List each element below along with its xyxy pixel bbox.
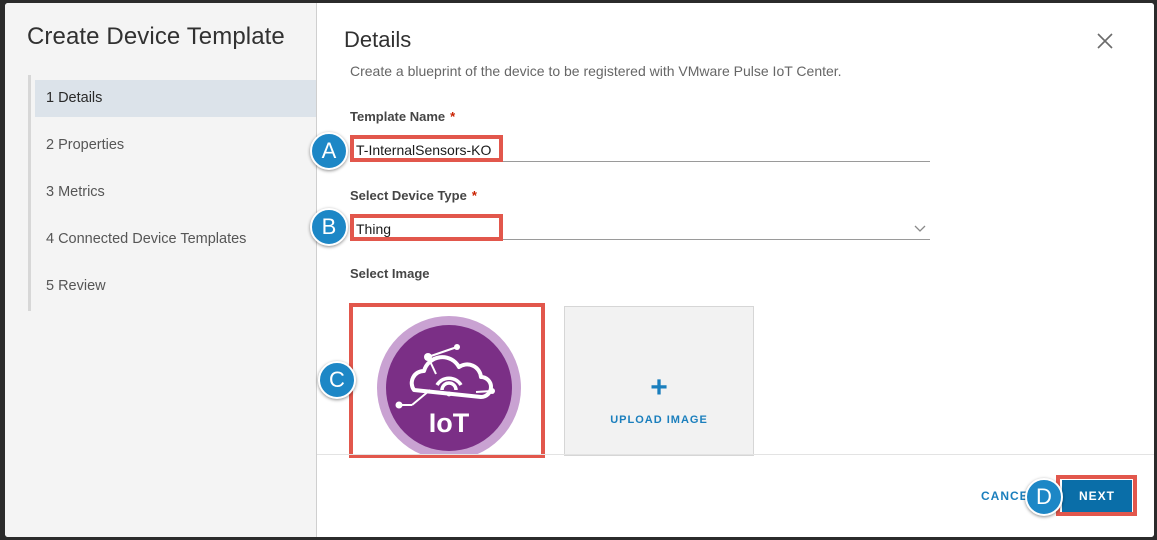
page-title: Details <box>344 27 412 52</box>
callout-badge-a: A <box>310 132 348 170</box>
callout-badge-d: D <box>1025 478 1063 516</box>
device-type-label: Select Device Type * <box>350 188 477 203</box>
chevron-down-icon[interactable] <box>913 223 927 233</box>
callout-badge-c: C <box>318 361 356 399</box>
required-mark: * <box>450 109 456 124</box>
wizard-step-metrics[interactable]: 3 Metrics <box>35 174 316 211</box>
upload-image-label: UPLOAD IMAGE <box>610 414 708 426</box>
device-type-label-text: Select Device Type <box>350 188 467 203</box>
wizard-step-details[interactable]: 1 Details <box>35 80 316 117</box>
footer-divider <box>317 454 1154 455</box>
step-label: Properties <box>58 137 125 153</box>
step-number: 4 <box>46 231 55 247</box>
callout-badge-b: B <box>310 208 348 246</box>
highlight-box-device-type <box>350 214 503 241</box>
wizard-nav: Create Device Template 1 Details 2 Propert… <box>5 3 316 537</box>
step-number: 3 <box>46 184 55 200</box>
select-image-label: Select Image <box>350 266 430 281</box>
details-panel: Details Create a blueprint of the device… <box>316 3 1154 537</box>
plus-icon: + <box>650 371 668 404</box>
wizard-step-review[interactable]: 5 Review <box>35 268 316 305</box>
create-device-template-modal: Create Device Template 1 Details 2 Propert… <box>5 3 1154 537</box>
wizard-title: Create Device Template <box>27 23 285 50</box>
step-number: 2 <box>46 137 55 153</box>
wizard-rail <box>28 75 31 311</box>
close-icon[interactable] <box>1095 31 1115 51</box>
required-mark: * <box>471 188 477 203</box>
screen-backdrop: Create Device Template 1 Details 2 Propert… <box>0 0 1157 540</box>
upload-image-button[interactable]: + UPLOAD IMAGE <box>564 306 754 456</box>
template-name-label: Template Name * <box>350 109 455 124</box>
next-button[interactable]: NEXT <box>1062 480 1132 512</box>
step-label: Review <box>58 278 106 294</box>
wizard-step-connected-device-templates[interactable]: 4 Connected Device Templates <box>35 221 316 258</box>
template-name-label-text: Template Name <box>350 109 446 124</box>
step-label: Connected Device Templates <box>58 231 247 247</box>
step-label: Metrics <box>58 184 105 200</box>
page-description: Create a blueprint of the device to be r… <box>350 63 842 79</box>
wizard-step-properties[interactable]: 2 Properties <box>35 127 316 164</box>
highlight-box-image <box>349 303 545 458</box>
step-number: 5 <box>46 278 55 294</box>
step-number: 1 <box>46 90 55 106</box>
step-label: Details <box>58 90 103 106</box>
highlight-box-template-name <box>350 135 503 162</box>
